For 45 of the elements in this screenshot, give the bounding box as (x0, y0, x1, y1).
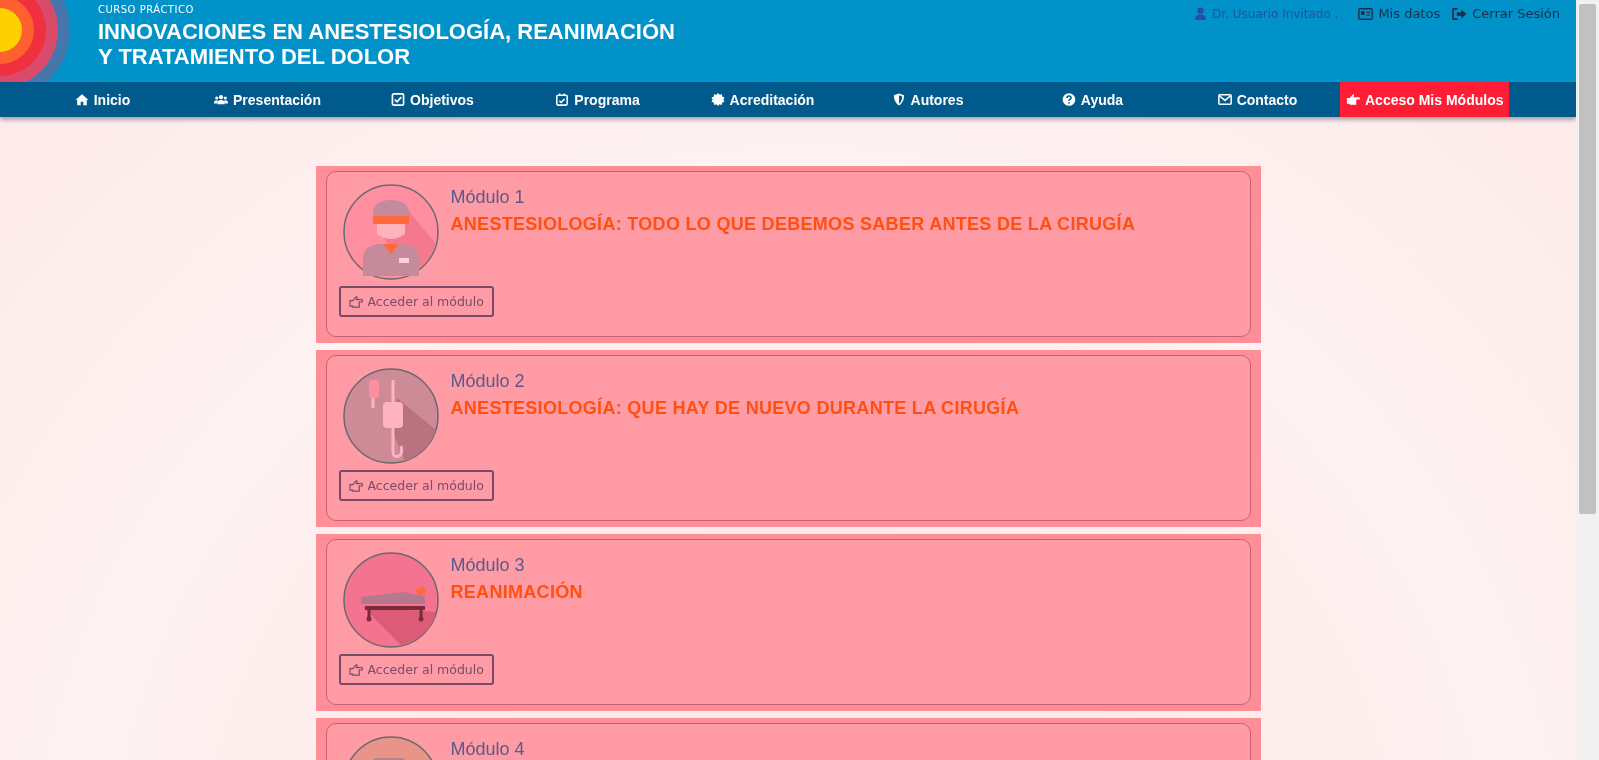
course-title: INNOVACIONES EN ANESTESIOLOGÍA, REANIMACIÓN (98, 19, 675, 44)
nav-link[interactable]: Ayuda (1010, 82, 1175, 117)
nav-link[interactable]: Acreditación (680, 82, 845, 117)
scrollbar[interactable] (1576, 0, 1599, 760)
user-link[interactable]: Cerrar Sesión (1452, 6, 1560, 21)
nav-link[interactable]: Contacto (1175, 82, 1340, 117)
user-link[interactable]: Mis datos (1358, 6, 1441, 21)
help-icon (1061, 93, 1076, 106)
module-number: Módulo 3 (450, 555, 526, 576)
pointing-hand-icon (348, 479, 363, 492)
nav-link[interactable]: Presentación (185, 82, 350, 117)
logout-icon (1452, 7, 1468, 20)
access-module-button[interactable]: Acceder al módulo (338, 470, 494, 501)
pointing-hand-icon (348, 663, 363, 676)
calendar-icon (555, 93, 570, 106)
checkbox-icon (391, 93, 406, 106)
user-name: Dr. Usuario Invitado . (1212, 6, 1339, 21)
access-module-button[interactable]: Acceder al módulo (338, 654, 494, 685)
course-kicker: CURSO PRÁCTICO (98, 4, 195, 15)
badge-icon (710, 93, 725, 106)
envelope-icon (1217, 93, 1232, 106)
user-icon (1195, 7, 1207, 20)
nav-link[interactable]: Autores (845, 82, 1010, 117)
module-number: Módulo 1 (450, 187, 526, 208)
nav-link[interactable]: Programa (515, 82, 680, 117)
module-title: ANESTESIOLOGÍA: TODO LO QUE DEBEMOS SABER ANTES DE LA CIRUGÍA (450, 214, 1136, 235)
pointing-hand-icon (348, 295, 363, 308)
iv-bag-icon (342, 368, 439, 464)
module-number: Módulo 4 (450, 739, 525, 760)
module-number: Módulo 2 (450, 371, 526, 392)
nav-link[interactable]: Inicio (20, 82, 185, 117)
shield-icon (891, 93, 906, 106)
nav-link[interactable]: Objetivos (350, 82, 515, 117)
course-title: Y TRATAMIENTO DEL DOLOR (98, 44, 412, 69)
users-icon (214, 93, 229, 106)
module-title: ANESTESIOLOGÍA: QUE HAY DE NUEVO DURANTE LA CIRUGÍA (450, 398, 1020, 419)
id-card-icon (1358, 7, 1374, 20)
scrollbar-thumb[interactable] (1579, 4, 1596, 514)
stretcher-icon (342, 552, 439, 648)
module-title: REANIMACIÓN (450, 582, 583, 603)
surgeon-icon (342, 184, 439, 280)
nav-link[interactable]: Acceso Mis Módulos (1340, 82, 1510, 117)
access-module-button[interactable]: Acceder al módulo (338, 286, 494, 317)
home-icon (74, 93, 89, 106)
pointing-hand-icon (1346, 93, 1360, 106)
